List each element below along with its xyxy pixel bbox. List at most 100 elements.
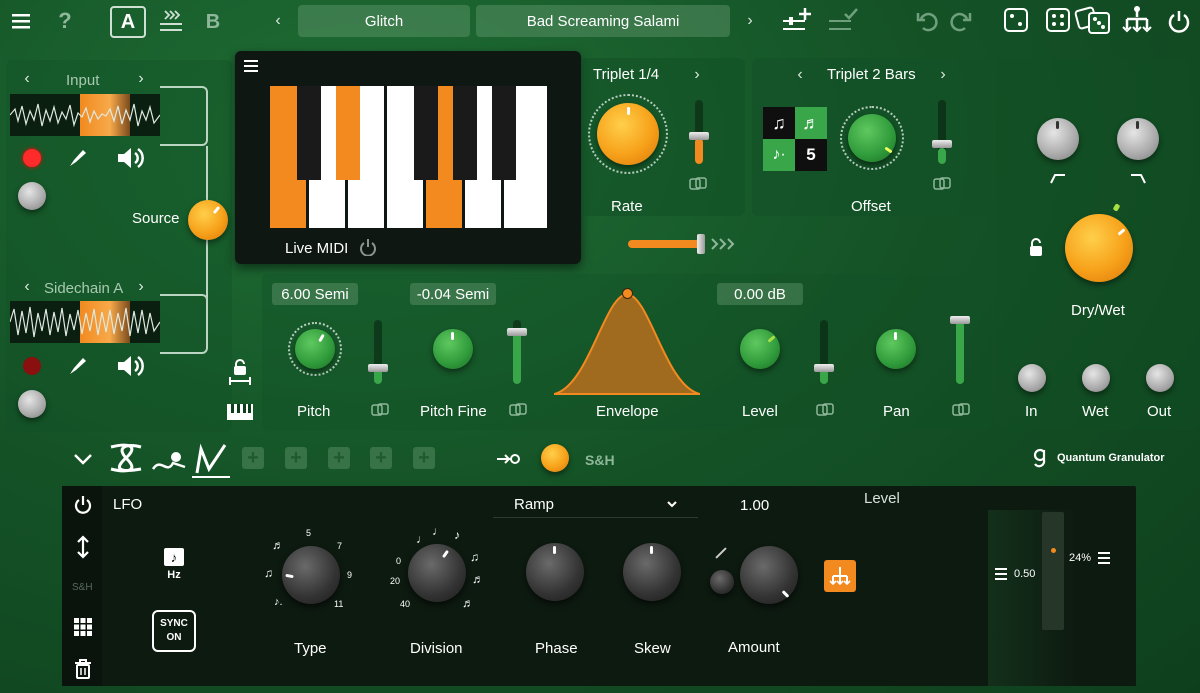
preset-category[interactable]: Glitch — [298, 5, 470, 37]
input-gain-knob[interactable] — [18, 182, 46, 210]
power-icon[interactable] — [1166, 8, 1192, 34]
source-knob[interactable] — [188, 200, 228, 240]
pitch-value[interactable]: 6.00 Semi — [272, 283, 358, 305]
pitch-fine-dice-icon[interactable] — [508, 402, 528, 418]
lfo-hz-toggle[interactable]: ♪ Hz — [162, 548, 186, 584]
preset-name[interactable]: Bad Screaming Salami — [476, 5, 730, 37]
sync-button[interactable]: SYNC ON — [152, 610, 196, 652]
lock-icon[interactable] — [1026, 236, 1046, 258]
randomize-all-icon[interactable] — [1046, 8, 1070, 32]
grain-size-thumb[interactable] — [697, 234, 705, 254]
mix-low-knob[interactable] — [1037, 118, 1079, 160]
level-knob[interactable] — [740, 329, 780, 369]
undo-icon[interactable] — [914, 8, 940, 34]
offset-knob[interactable] — [848, 114, 896, 162]
rate-knob[interactable] — [597, 103, 659, 165]
offset-slider[interactable] — [932, 100, 952, 164]
slot-a-button[interactable]: A — [110, 6, 146, 38]
dice-pair-icon[interactable] — [1073, 5, 1112, 36]
wet-knob[interactable] — [1082, 364, 1110, 392]
offset-dice-icon[interactable] — [932, 176, 952, 192]
lfo-shape-select[interactable]: Ramp — [493, 492, 698, 518]
input-brush-icon[interactable] — [66, 146, 90, 170]
help-icon[interactable]: ? — [54, 8, 76, 34]
lfo-bipolar-icon[interactable] — [72, 534, 94, 560]
mod-routing-button[interactable] — [824, 560, 856, 592]
lfo-trash-icon[interactable] — [72, 657, 94, 681]
add-mod-button-3[interactable]: + — [328, 447, 350, 469]
pitch-lock-icon[interactable] — [229, 358, 251, 388]
menu-icon[interactable] — [10, 10, 32, 32]
phase-knob[interactable] — [526, 543, 584, 601]
input-record-button[interactable] — [23, 149, 41, 167]
triplet-note-icon[interactable]: ♬ — [795, 107, 827, 139]
sh-label[interactable]: S&H — [585, 452, 615, 468]
out-knob[interactable] — [1146, 364, 1174, 392]
sidechain-speaker-icon[interactable] — [114, 352, 146, 380]
mod-connect-icon[interactable] — [496, 450, 522, 468]
slot-b-button[interactable]: B — [200, 8, 226, 36]
lfo-grid-icon[interactable] — [72, 616, 94, 638]
type-knob[interactable] — [282, 546, 340, 604]
pan-knob[interactable] — [876, 329, 916, 369]
offset-next-icon[interactable]: › — [936, 66, 950, 84]
randomize-icon[interactable] — [1004, 8, 1028, 32]
pitch-fine-value[interactable]: -0.04 Semi — [410, 283, 496, 305]
offset-title[interactable]: Triplet 2 Bars — [827, 66, 916, 83]
pitch-fine-slider[interactable] — [507, 320, 527, 384]
sidechain-prev-icon[interactable]: ‹ — [20, 278, 34, 296]
piano-icon[interactable] — [226, 402, 254, 422]
add-mod-button-5[interactable]: + — [413, 447, 435, 469]
amount-knob[interactable] — [740, 546, 798, 604]
amount-curve-knob[interactable] — [710, 570, 734, 594]
copy-a-to-b-icon[interactable] — [156, 6, 186, 36]
envelope-follower-tab-icon[interactable] — [150, 446, 188, 476]
pitch-fine-knob[interactable] — [433, 329, 473, 369]
level-value[interactable]: 0.00 dB — [717, 283, 803, 305]
save-preset-icon[interactable] — [780, 6, 814, 36]
note-type-grid[interactable]: ♫ ♬ ♪· 5 — [763, 107, 827, 171]
pitch-dice-icon[interactable] — [370, 402, 390, 418]
straight-note-icon[interactable]: ♫ — [763, 107, 795, 139]
in-knob[interactable] — [1018, 364, 1046, 392]
offset-prev-icon[interactable]: ‹ — [793, 66, 807, 84]
division-knob[interactable] — [408, 544, 466, 602]
dry-wet-knob[interactable] — [1065, 214, 1133, 282]
rate-dice-icon[interactable] — [688, 176, 708, 192]
rate-next-icon[interactable]: › — [690, 66, 704, 84]
mod-depth-knob[interactable] — [541, 444, 569, 472]
collapse-chevron-icon[interactable] — [72, 448, 94, 470]
lfo-sh-side-label[interactable]: S&H — [72, 582, 93, 593]
add-mod-button-2[interactable]: + — [285, 447, 307, 469]
pitch-knob[interactable] — [295, 329, 335, 369]
quintuplet-badge[interactable]: 5 — [795, 139, 827, 171]
ramp-tab-icon[interactable] — [192, 440, 230, 478]
dotted-note-icon[interactable]: ♪· — [763, 139, 795, 171]
input-next-icon[interactable]: › — [134, 70, 148, 88]
sidechain-gain-knob[interactable] — [18, 390, 46, 418]
add-mod-button-1[interactable]: + — [242, 447, 264, 469]
envelope-graph[interactable] — [553, 286, 701, 396]
input-prev-icon[interactable]: ‹ — [20, 70, 34, 88]
sidechain-brush-icon[interactable] — [66, 354, 90, 378]
lfo-amount-value[interactable]: 1.00 — [740, 497, 769, 514]
live-midi-power-icon[interactable] — [358, 237, 378, 257]
meter-right-handle-icon[interactable] — [1097, 550, 1111, 566]
mix-high-knob[interactable] — [1117, 118, 1159, 160]
lfo-power-icon[interactable] — [72, 494, 94, 516]
routing-icon[interactable] — [1120, 4, 1154, 38]
pan-slider[interactable] — [950, 316, 970, 384]
level-slider[interactable] — [814, 320, 834, 384]
input-speaker-icon[interactable] — [114, 144, 146, 172]
piano-keys[interactable] — [270, 86, 547, 228]
chevron-right-icon[interactable]: › — [740, 10, 760, 32]
rate-slider[interactable] — [689, 100, 709, 164]
pan-dice-icon[interactable] — [951, 402, 971, 418]
pitch-slider[interactable] — [368, 320, 388, 384]
envelope-handle[interactable] — [622, 288, 633, 299]
level-dice-icon[interactable] — [815, 402, 835, 418]
keyboard-menu-icon[interactable] — [242, 58, 260, 74]
add-mod-button-4[interactable]: + — [370, 447, 392, 469]
skew-knob[interactable] — [623, 543, 681, 601]
lfo-tab-icon[interactable] — [106, 440, 146, 476]
